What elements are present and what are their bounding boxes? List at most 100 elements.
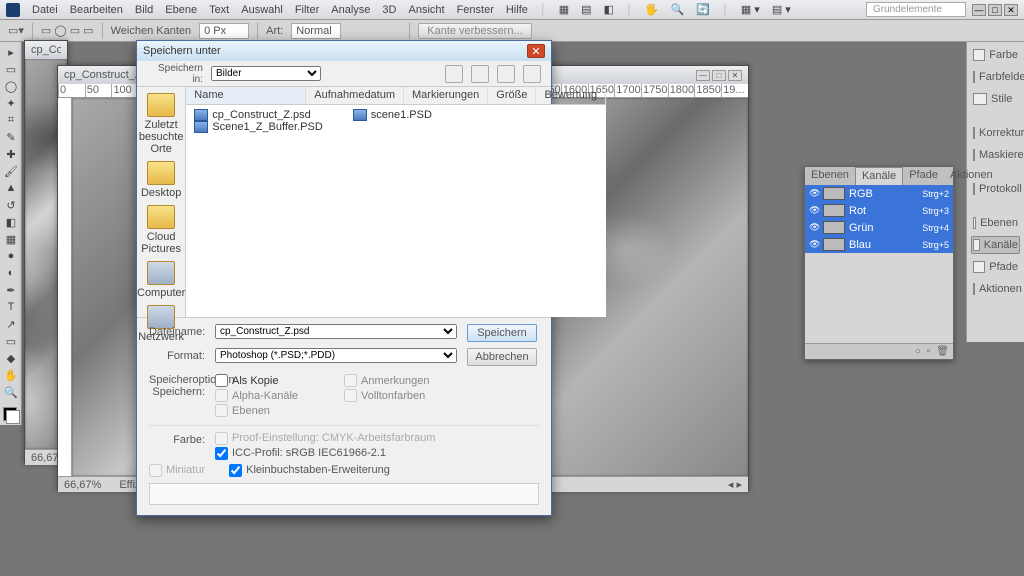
close-button[interactable]: ✕ xyxy=(1004,4,1018,16)
tool-preset-icon[interactable]: ▭▾ xyxy=(8,24,24,37)
opt-icc[interactable]: ICC-Profil: sRGB IEC61966-2.1 xyxy=(215,447,539,460)
tab-ebenen[interactable]: Ebenen xyxy=(805,167,855,185)
file-list-header[interactable]: Name Aufnahmedatum Markierungen Größe Be… xyxy=(186,87,606,105)
channel-row-gruen[interactable]: 👁GrünStrg+4 xyxy=(805,219,953,236)
minimize-button[interactable]: — xyxy=(972,4,986,16)
panel-tab-stile[interactable]: Stile xyxy=(971,90,1020,108)
path-tool[interactable]: ↗ xyxy=(1,316,21,332)
mb-icon[interactable]: 🖐 xyxy=(645,3,659,16)
refine-edge-button[interactable]: Kante verbessern... xyxy=(418,23,531,39)
shape-tool[interactable]: ▭ xyxy=(1,333,21,349)
gradient-tool[interactable]: ▦ xyxy=(1,231,21,247)
place-desktop[interactable]: Desktop xyxy=(141,161,181,199)
mb-icon[interactable]: 🔄 xyxy=(696,3,710,16)
wand-tool[interactable]: ✦ xyxy=(1,95,21,111)
marquee-tool[interactable]: ▭ xyxy=(1,61,21,77)
file-item[interactable]: Scene1_Z_Buffer.PSD xyxy=(194,121,322,133)
new-icon[interactable]: ▫ xyxy=(927,346,931,357)
color-swatches[interactable] xyxy=(1,405,19,423)
move-tool[interactable]: ▸ xyxy=(1,44,21,60)
menu-item[interactable]: Ansicht xyxy=(408,4,444,16)
filename-field[interactable]: cp_Construct_Z.psd xyxy=(215,324,457,339)
eye-icon[interactable]: 👁 xyxy=(809,239,819,250)
place-recent[interactable]: Zuletzt besuchte Orte xyxy=(137,93,185,155)
channel-row-rgb[interactable]: 👁RGBStrg+2 xyxy=(805,185,953,202)
heal-tool[interactable]: ✚ xyxy=(1,146,21,162)
save-button[interactable]: Speichern xyxy=(467,324,537,342)
feather-field[interactable]: 0 Px xyxy=(199,23,249,39)
blur-tool[interactable]: ● xyxy=(1,248,21,264)
maximize-button[interactable]: □ xyxy=(988,4,1002,16)
menu-item[interactable]: Filter xyxy=(295,4,319,16)
zoom-tool[interactable]: 🔍 xyxy=(1,384,21,400)
eye-icon[interactable]: 👁 xyxy=(809,188,819,199)
menu-item[interactable]: Datei xyxy=(32,4,58,16)
brush-tool[interactable]: 🖌 xyxy=(1,163,21,179)
menu-item[interactable]: Ebene xyxy=(165,4,197,16)
new-channel-icon[interactable]: ○ xyxy=(915,346,921,357)
file-list[interactable]: cp_Construct_Z.psd Scene1_Z_Buffer.PSD s… xyxy=(186,105,606,317)
file-item[interactable]: scene1.PSD xyxy=(353,109,432,121)
format-select[interactable]: Photoshop (*.PSD;*.PDD) xyxy=(215,348,457,363)
place-cloud[interactable]: Cloud Pictures xyxy=(137,205,185,255)
tab-pfade[interactable]: Pfade xyxy=(903,167,944,185)
panel-tab-ebenen[interactable]: Ebenen xyxy=(971,214,1020,232)
mb-icon[interactable]: 🔍 xyxy=(671,3,685,16)
channel-row-blau[interactable]: 👁BlauStrg+5 xyxy=(805,236,953,253)
hand-tool[interactable]: ✋ xyxy=(1,367,21,383)
zoom-level[interactable]: 66,67% xyxy=(64,479,101,491)
eye-icon[interactable]: 👁 xyxy=(809,205,819,216)
panel-tab-aktionen[interactable]: Aktionen xyxy=(971,280,1020,298)
opt-als-kopie[interactable]: Als Kopie xyxy=(215,374,328,387)
stamp-tool[interactable]: ▲ xyxy=(1,180,21,196)
channel-row-rot[interactable]: 👁RotStrg+3 xyxy=(805,202,953,219)
panel-tab-korrekturen[interactable]: Korrekturen xyxy=(971,124,1020,142)
menu-item[interactable]: Auswahl xyxy=(241,4,283,16)
panel-tab-farbe[interactable]: Farbe xyxy=(971,46,1020,64)
eyedropper-tool[interactable]: ✎ xyxy=(1,129,21,145)
menu-item[interactable]: 3D xyxy=(382,4,396,16)
savein-select[interactable]: Bilder xyxy=(211,66,321,81)
history-brush-tool[interactable]: ↺ xyxy=(1,197,21,213)
style-select[interactable]: Normal xyxy=(291,23,341,39)
mb-icon[interactable]: ▤ ▾ xyxy=(772,3,791,16)
dodge-tool[interactable]: ◐ xyxy=(1,265,21,281)
delete-icon[interactable]: 🗑 xyxy=(936,346,949,357)
up-button[interactable] xyxy=(471,65,489,83)
mb-icon[interactable]: ▦ xyxy=(559,3,569,16)
doc-minimize[interactable]: — xyxy=(696,70,710,81)
tab-kanaele[interactable]: Kanäle xyxy=(855,167,903,185)
menu-item[interactable]: Analyse xyxy=(331,4,370,16)
view-menu-button[interactable] xyxy=(523,65,541,83)
mb-icon[interactable]: ▦ ▾ xyxy=(741,3,760,16)
lasso-tool[interactable]: ◯ xyxy=(1,78,21,94)
dialog-close-button[interactable]: ✕ xyxy=(527,44,545,58)
place-computer[interactable]: Computer xyxy=(137,261,185,299)
eye-icon[interactable]: 👁 xyxy=(809,222,819,233)
menu-item[interactable]: Bild xyxy=(135,4,153,16)
menu-item[interactable]: Hilfe xyxy=(506,4,528,16)
cancel-button[interactable]: Abbrechen xyxy=(467,348,537,366)
tab-aktionen[interactable]: Aktionen xyxy=(944,167,999,185)
menu-item[interactable]: Text xyxy=(209,4,229,16)
file-item[interactable]: cp_Construct_Z.psd xyxy=(194,109,322,121)
mb-icon[interactable]: ◧ xyxy=(604,3,614,16)
doc-maximize[interactable]: □ xyxy=(712,70,726,81)
panel-tab-pfade[interactable]: Pfade xyxy=(971,258,1020,276)
workspace-search[interactable]: Grundelemente xyxy=(866,2,966,17)
back-button[interactable] xyxy=(445,65,463,83)
newfolder-button[interactable] xyxy=(497,65,515,83)
crop-tool[interactable]: ⌗ xyxy=(1,112,21,128)
eraser-tool[interactable]: ◧ xyxy=(1,214,21,230)
pen-tool[interactable]: ✒ xyxy=(1,282,21,298)
mb-icon[interactable]: ▤ xyxy=(581,3,591,16)
panel-tab-kanaele[interactable]: Kanäle xyxy=(971,236,1020,254)
3d-tool[interactable]: ◆ xyxy=(1,350,21,366)
type-tool[interactable]: T xyxy=(1,299,21,315)
menu-item[interactable]: Bearbeiten xyxy=(70,4,123,16)
panel-tab-maskieren[interactable]: Maskieren xyxy=(971,146,1020,164)
doc-close[interactable]: ✕ xyxy=(728,70,742,81)
panel-tab-farbfelder[interactable]: Farbfelder xyxy=(971,68,1020,86)
opt-lowercase-ext[interactable]: Kleinbuchstaben-Erweiterung xyxy=(229,464,390,477)
menu-item[interactable]: Fenster xyxy=(457,4,494,16)
